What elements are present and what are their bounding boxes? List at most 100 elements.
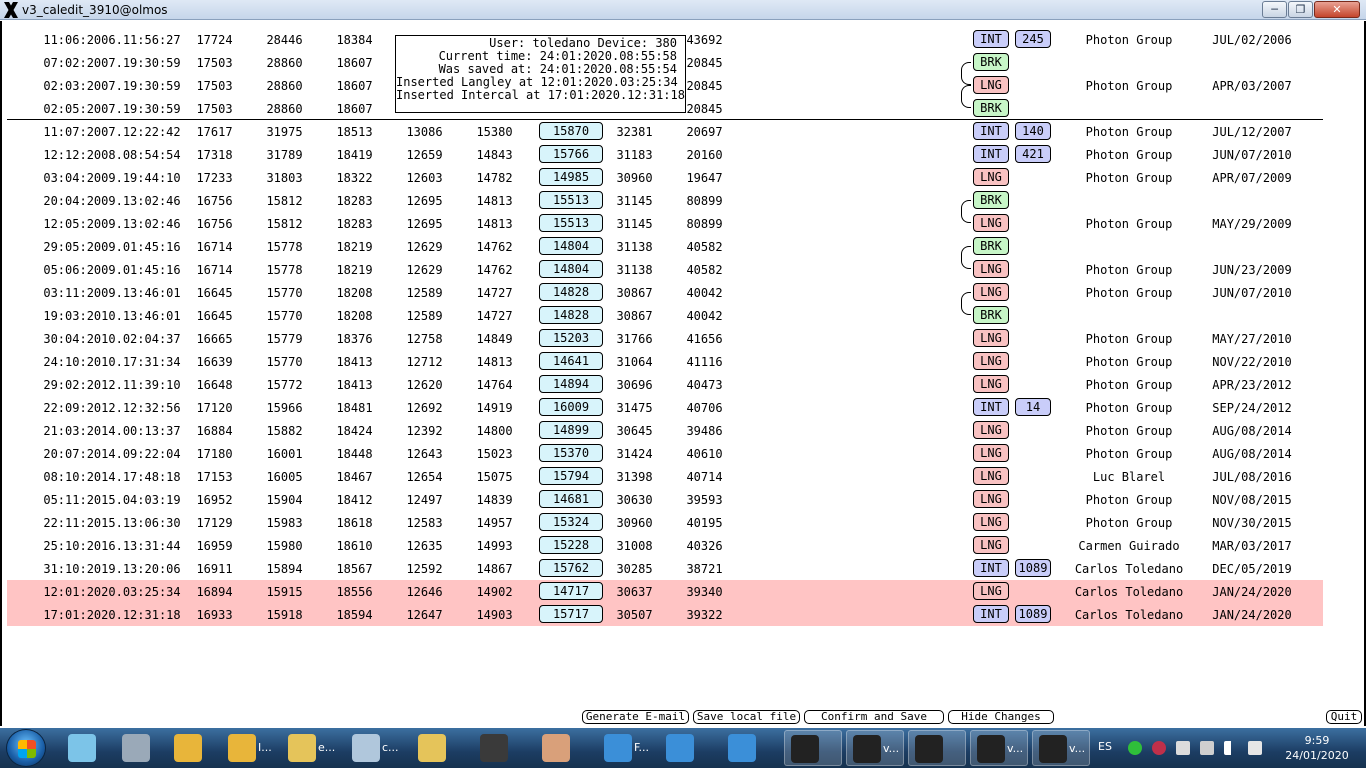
row-type-tag[interactable]: LNG xyxy=(973,76,1009,94)
row-type-tag[interactable]: LNG xyxy=(973,513,1009,531)
taskbar-explorer-notes[interactable] xyxy=(62,730,112,766)
table-row[interactable]: 19:03:2010.13:46:01 16645 15770 18208 12589 1… xyxy=(7,304,1323,327)
maximize-button[interactable]: ❐ xyxy=(1288,1,1313,18)
network-signal-icon[interactable] xyxy=(1224,741,1238,755)
row-type-tag[interactable]: LNG xyxy=(973,490,1009,508)
row-value-6-box[interactable]: 15762 xyxy=(539,559,603,577)
row-type-tag[interactable]: INT xyxy=(973,122,1009,140)
row-type-tag[interactable]: LNG xyxy=(973,283,1009,301)
quit-button[interactable]: Quit xyxy=(1326,710,1362,724)
row-type-tag[interactable]: BRK xyxy=(973,191,1009,209)
confirm-and-save-button[interactable]: Confirm and Save xyxy=(804,710,944,724)
action-center-flag-icon[interactable] xyxy=(1176,741,1190,755)
row-value-6-box[interactable]: 15203 xyxy=(539,329,603,347)
row-type-tag[interactable]: LNG xyxy=(973,214,1009,232)
row-type-tag[interactable]: LNG xyxy=(973,582,1009,600)
row-intercal-number[interactable]: 14 xyxy=(1015,398,1051,416)
row-type-tag[interactable]: BRK xyxy=(973,306,1009,324)
table-row[interactable]: 29:05:2009.01:45:16 16714 15778 18219 12629 1… xyxy=(7,235,1323,258)
row-value-6-box[interactable]: 15324 xyxy=(539,513,603,531)
table-row[interactable]: 25:10:2016.13:31:44 16959 15980 18610 12635 1… xyxy=(7,534,1323,557)
row-type-tag[interactable]: LNG xyxy=(973,352,1009,370)
row-value-6-box[interactable]: 14985 xyxy=(539,168,603,186)
row-type-tag[interactable]: INT xyxy=(973,145,1009,163)
row-value-6-box[interactable]: 15794 xyxy=(539,467,603,485)
close-button[interactable]: ✕ xyxy=(1314,1,1360,18)
row-intercal-number[interactable]: 421 xyxy=(1015,145,1051,163)
table-row[interactable]: 24:10:2010.17:31:34 16639 15770 18413 12712 1… xyxy=(7,350,1323,373)
taskbar-x-1[interactable] xyxy=(784,730,842,766)
row-value-6-box[interactable]: 15513 xyxy=(539,191,603,209)
row-value-6-box[interactable]: 15513 xyxy=(539,214,603,232)
row-type-tag[interactable]: BRK xyxy=(973,53,1009,71)
row-value-6-box[interactable]: 14828 xyxy=(539,306,603,324)
row-type-tag[interactable]: INT xyxy=(973,398,1009,416)
row-value-6-box[interactable]: 14804 xyxy=(539,237,603,255)
row-type-tag[interactable]: INT xyxy=(973,559,1009,577)
row-type-tag[interactable]: LNG xyxy=(973,329,1009,347)
table-row[interactable]: 08:10:2014.17:48:18 17153 16005 18467 12654 1… xyxy=(7,465,1323,488)
row-value-6-box[interactable]: 14717 xyxy=(539,582,603,600)
taskbar-x-5[interactable]: v... xyxy=(1032,730,1090,766)
device-icon[interactable] xyxy=(1200,741,1214,755)
table-row[interactable]: 20:04:2009.13:02:46 16756 15812 18283 12695 1… xyxy=(7,189,1323,212)
security-check-icon[interactable] xyxy=(1128,741,1142,755)
generate-email-button[interactable]: Generate E-mail xyxy=(582,710,689,724)
table-row[interactable]: 31:10:2019.13:20:06 16911 15894 18567 12592 1… xyxy=(7,557,1323,580)
taskbar-ie-2[interactable] xyxy=(660,730,718,766)
taskbar-paint[interactable] xyxy=(536,730,594,766)
row-value-6-box[interactable]: 14899 xyxy=(539,421,603,439)
row-type-tag[interactable]: LNG xyxy=(973,421,1009,439)
taskbar-ie-3[interactable] xyxy=(722,730,780,766)
row-type-tag[interactable]: LNG xyxy=(973,260,1009,278)
taskbar-x-3[interactable] xyxy=(908,730,966,766)
row-value-6-box[interactable]: 14681 xyxy=(539,490,603,508)
save-local-file-button[interactable]: Save local file xyxy=(693,710,800,724)
row-type-tag[interactable]: INT xyxy=(973,605,1009,623)
row-type-tag[interactable]: LNG xyxy=(973,168,1009,186)
row-value-6-box[interactable]: 14641 xyxy=(539,352,603,370)
taskbar-chrome-1[interactable] xyxy=(168,730,218,766)
table-row[interactable]: 22:11:2015.13:06:30 17129 15983 18618 12583 1… xyxy=(7,511,1323,534)
row-value-6-box[interactable]: 14894 xyxy=(539,375,603,393)
row-value-6-box[interactable]: 15228 xyxy=(539,536,603,554)
table-row[interactable]: 29:02:2012.11:39:10 16648 15772 18413 12620 1… xyxy=(7,373,1323,396)
row-value-6-box[interactable]: 14828 xyxy=(539,283,603,301)
table-row[interactable]: 03:04:2009.19:44:10 17233 31803 18322 12603 1… xyxy=(7,166,1323,189)
row-value-6-box[interactable]: 16009 xyxy=(539,398,603,416)
table-row[interactable]: 12:12:2008.08:54:54 17318 31789 18419 12659 1… xyxy=(7,143,1323,166)
row-intercal-number[interactable]: 140 xyxy=(1015,122,1051,140)
table-row[interactable]: 11:07:2007.12:22:42 17617 31975 18513 13086 1… xyxy=(7,120,1323,143)
hide-changes-button[interactable]: Hide Changes xyxy=(948,710,1054,724)
row-type-tag[interactable]: BRK xyxy=(973,99,1009,117)
row-value-6-box[interactable]: 15717 xyxy=(539,605,603,623)
taskbar-x-4[interactable]: v... xyxy=(970,730,1028,766)
volume-icon[interactable] xyxy=(1248,741,1262,755)
row-type-tag[interactable]: BRK xyxy=(973,237,1009,255)
table-row[interactable]: 22:09:2012.12:32:56 17120 15966 18481 12692 1… xyxy=(7,396,1323,419)
row-type-tag[interactable]: LNG xyxy=(973,444,1009,462)
table-row[interactable]: 20:07:2014.09:22:04 17180 16001 18448 12643 1… xyxy=(7,442,1323,465)
start-button[interactable] xyxy=(6,729,46,767)
table-row[interactable]: 17:01:2020.12:31:18 16933 15918 18594 12647 1… xyxy=(7,603,1323,626)
taskbar-chrome-2[interactable]: I... xyxy=(222,730,278,766)
table-row[interactable]: 21:03:2014.00:13:37 16884 15882 18424 12392 1… xyxy=(7,419,1323,442)
language-indicator[interactable]: ES xyxy=(1098,740,1112,753)
row-type-tag[interactable]: LNG xyxy=(973,467,1009,485)
table-row[interactable]: 05:11:2015.04:03:19 16952 15904 18412 12497 1… xyxy=(7,488,1323,511)
taskbar-folder-2[interactable] xyxy=(412,730,470,766)
table-row[interactable]: 30:04:2010.02:04:37 16665 15779 18376 12758 1… xyxy=(7,327,1323,350)
row-value-6-box[interactable]: 14804 xyxy=(539,260,603,278)
row-value-6-box[interactable]: 15370 xyxy=(539,444,603,462)
taskbar-terminal[interactable] xyxy=(474,730,532,766)
taskbar-folder-1[interactable]: e... xyxy=(282,730,342,766)
row-intercal-number[interactable]: 1089 xyxy=(1015,559,1051,577)
row-value-6-box[interactable]: 15870 xyxy=(539,122,603,140)
antivirus-icon[interactable] xyxy=(1152,741,1166,755)
row-type-tag[interactable]: INT xyxy=(973,30,1009,48)
table-row[interactable]: 12:05:2009.13:02:46 16756 15812 18283 12695 1… xyxy=(7,212,1323,235)
row-intercal-number[interactable]: 245 xyxy=(1015,30,1051,48)
table-row[interactable]: 12:01:2020.03:25:34 16894 15915 18556 12646 1… xyxy=(7,580,1323,603)
system-clock[interactable]: 9:59 24/01/2020 xyxy=(1282,733,1352,763)
table-row[interactable]: 03:11:2009.13:46:01 16645 15770 18208 12589 1… xyxy=(7,281,1323,304)
